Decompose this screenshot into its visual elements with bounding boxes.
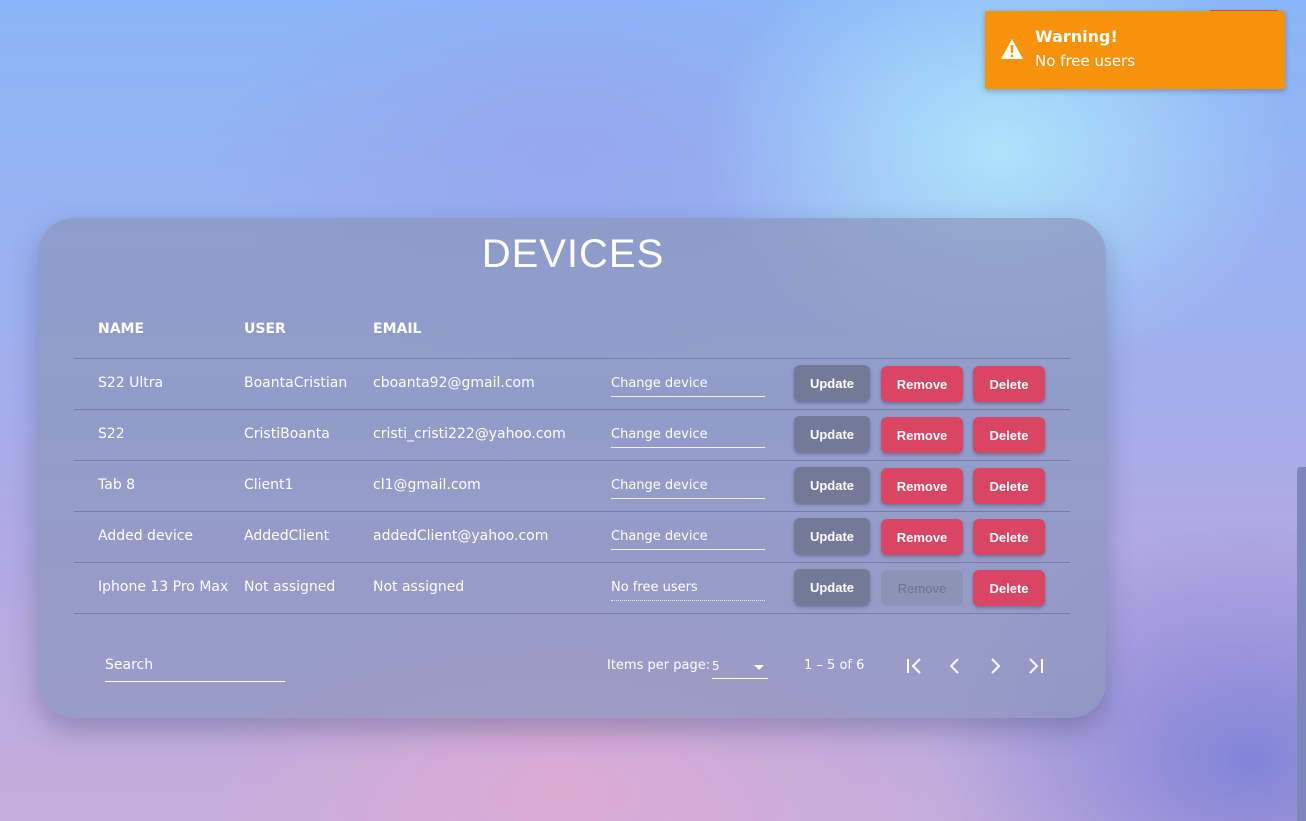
- table-divider: [74, 562, 1070, 563]
- device-email: cristi_cristi222@yahoo.com: [373, 426, 566, 442]
- update-button[interactable]: Update: [794, 518, 870, 554]
- table-divider: [74, 460, 1070, 461]
- search-input[interactable]: Search: [105, 657, 285, 682]
- change-device-select[interactable]: Change device: [611, 529, 765, 550]
- device-name: Tab 8: [98, 477, 136, 493]
- device-user: AddedClient: [244, 528, 330, 544]
- toast-title: Warning!: [1035, 27, 1118, 46]
- change-device-select-disabled: No free users: [611, 580, 765, 601]
- delete-button[interactable]: Delete: [973, 519, 1045, 555]
- update-button[interactable]: Update: [794, 416, 870, 452]
- device-email: cboanta92@gmail.com: [373, 375, 535, 391]
- table-divider: [74, 358, 1070, 359]
- remove-button[interactable]: Remove: [881, 519, 963, 555]
- delete-button[interactable]: Delete: [973, 417, 1045, 453]
- device-email: addedClient@yahoo.com: [373, 528, 549, 544]
- page-scrollbar-thumb[interactable]: [1297, 467, 1306, 821]
- delete-button[interactable]: Delete: [973, 366, 1045, 402]
- items-per-page-label: Items per page:: [607, 658, 711, 673]
- device-user: Not assigned: [244, 579, 336, 595]
- items-per-page-value: 5: [712, 659, 720, 673]
- first-page-icon[interactable]: [904, 655, 926, 677]
- column-header-name: NAME: [98, 321, 145, 337]
- last-page-icon[interactable]: [1024, 655, 1046, 677]
- device-email: Not assigned: [373, 579, 465, 595]
- change-device-select[interactable]: Change device: [611, 427, 765, 448]
- table-divider: [74, 613, 1070, 614]
- toast-message: No free users: [1035, 52, 1136, 70]
- chevron-down-icon: [754, 665, 764, 670]
- update-button[interactable]: Update: [794, 569, 870, 605]
- delete-button[interactable]: Delete: [973, 468, 1045, 504]
- remove-button[interactable]: Remove: [881, 468, 963, 504]
- remove-button-disabled: Remove: [881, 570, 963, 606]
- items-per-page-select[interactable]: 5: [712, 656, 768, 679]
- device-name: S22: [98, 426, 125, 442]
- change-device-select[interactable]: Change device: [611, 376, 765, 397]
- pagination-range: 1 – 5 of 6: [804, 658, 865, 673]
- delete-button[interactable]: Delete: [973, 570, 1045, 606]
- update-button[interactable]: Update: [794, 365, 870, 401]
- remove-button[interactable]: Remove: [881, 417, 963, 453]
- column-header-user: USER: [244, 321, 286, 337]
- update-button[interactable]: Update: [794, 467, 870, 503]
- device-name: Iphone 13 Pro Max: [98, 579, 229, 595]
- device-name: Added device: [98, 528, 194, 544]
- device-user: Client1: [244, 477, 294, 493]
- previous-page-icon[interactable]: [944, 655, 966, 677]
- table-divider: [74, 409, 1070, 410]
- table-divider: [74, 511, 1070, 512]
- device-user: CristiBoanta: [244, 426, 330, 442]
- column-header-email: EMAIL: [373, 321, 422, 337]
- change-device-select[interactable]: Change device: [611, 478, 765, 499]
- device-user: BoantaCristian: [244, 375, 348, 391]
- page-title: DEVICES: [481, 232, 665, 276]
- device-email: cl1@gmail.com: [373, 477, 481, 493]
- warning-triangle-icon: [1001, 39, 1023, 59]
- next-page-icon[interactable]: [984, 655, 1006, 677]
- warning-toast[interactable]: Warning! No free users: [985, 11, 1285, 89]
- device-name: S22 Ultra: [98, 375, 164, 391]
- remove-button[interactable]: Remove: [881, 366, 963, 402]
